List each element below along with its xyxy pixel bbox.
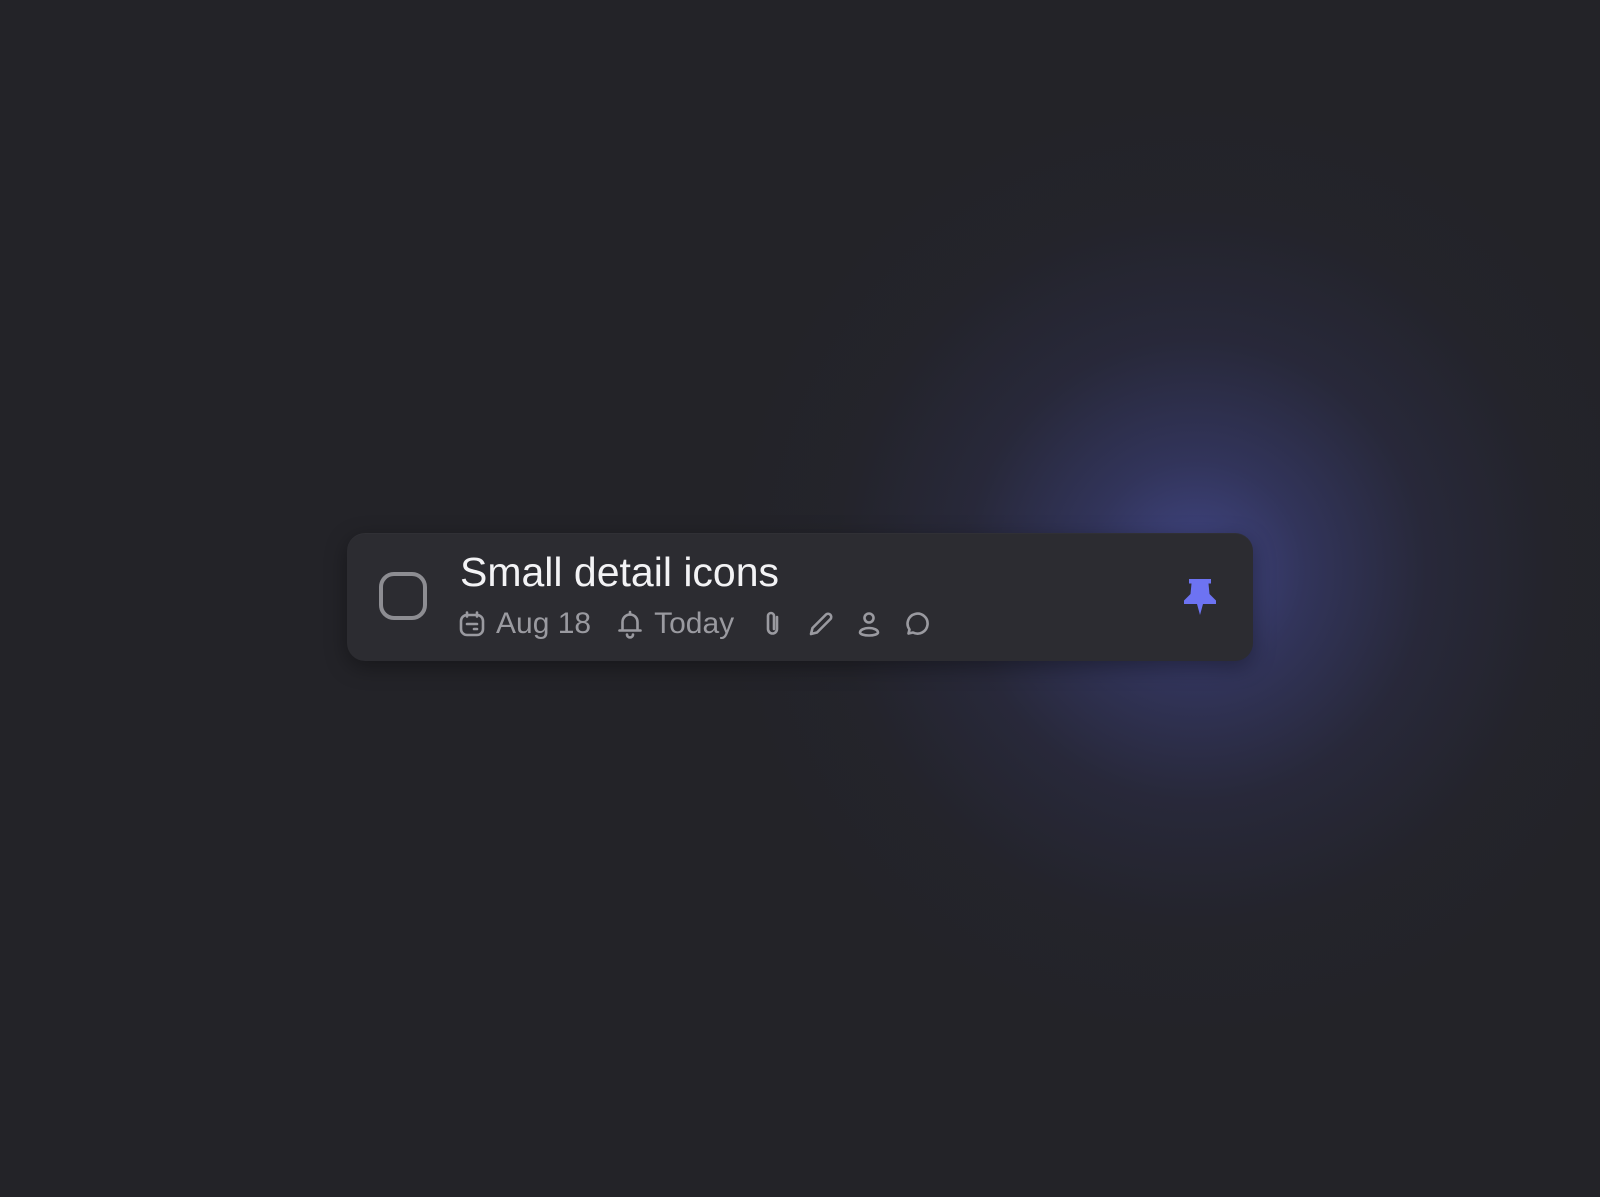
- paperclip-icon[interactable]: [760, 609, 786, 639]
- calendar-icon: [458, 610, 486, 638]
- due-date[interactable]: Aug 18: [458, 606, 591, 642]
- pencil-icon[interactable]: [806, 609, 836, 639]
- due-date-label: Aug 18: [496, 607, 592, 640]
- task-meta-row: Aug 18 Today: [458, 604, 932, 644]
- task-card[interactable]: Small detail icons Aug 18 Today: [347, 533, 1253, 661]
- pushpin-icon: [1179, 576, 1221, 618]
- comment-bubble-icon[interactable]: [902, 609, 932, 639]
- pin-button[interactable]: [1179, 576, 1221, 618]
- task-checkbox[interactable]: [379, 572, 427, 620]
- reminder[interactable]: Today: [616, 606, 734, 642]
- reminder-label: Today: [654, 607, 735, 640]
- bell-icon: [616, 609, 644, 639]
- person-icon[interactable]: [856, 609, 882, 639]
- task-title: Small detail icons: [460, 549, 780, 595]
